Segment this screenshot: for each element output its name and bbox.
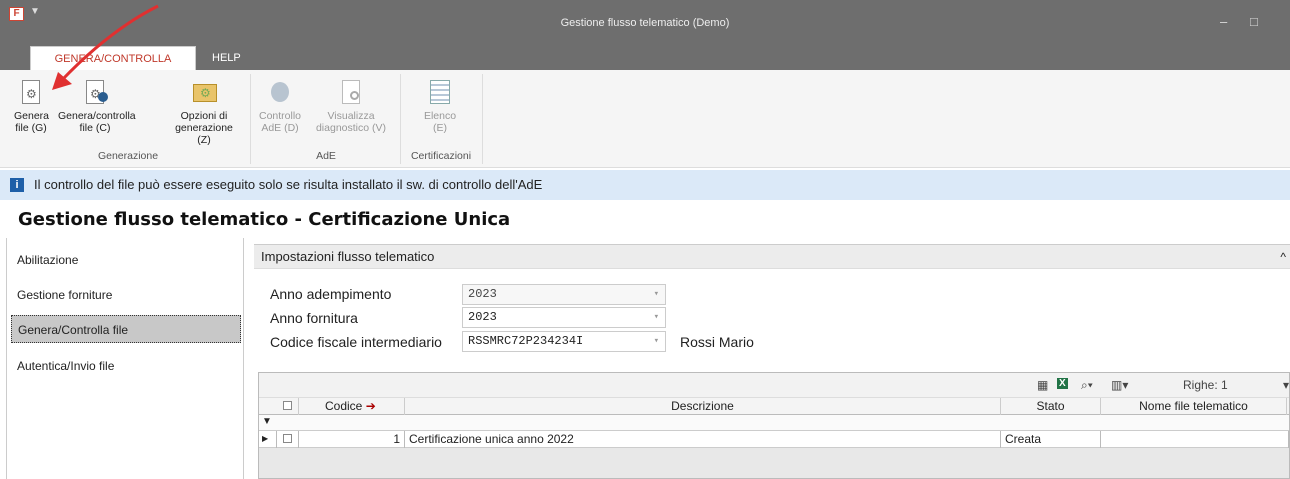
page-title: Gestione flusso telematico - Certificazi… (18, 209, 511, 230)
section-header[interactable]: Impostazioni flusso telematico ^ (254, 245, 1290, 269)
button-label: Controllo (258, 110, 302, 122)
filter-row[interactable]: ▼ (259, 415, 1289, 431)
chevron-down-icon[interactable]: ▾ (654, 332, 659, 351)
field-value: 2023 (468, 310, 497, 324)
column-label: Codice (325, 399, 363, 413)
button-label: Elenco (423, 110, 457, 122)
row-count: Righe: 1 (1183, 378, 1228, 392)
button-label: Genera (14, 110, 50, 122)
button-label: file (G) (15, 122, 47, 134)
table-row[interactable]: ▶ 1 Certificazione unica anno 2022 Creat… (259, 431, 1289, 448)
settings-panel: Impostazioni flusso telematico ^ Anno ad… (254, 244, 1290, 365)
minimize-button[interactable]: – (1220, 14, 1227, 29)
column-header-codice[interactable]: Codice ➔ (299, 398, 405, 416)
doc-search-icon (338, 78, 364, 106)
columns-icon[interactable]: ▥▾ (1111, 378, 1128, 392)
tab-help[interactable]: HELP (200, 46, 253, 70)
chevron-down-icon[interactable]: ▾ (1283, 378, 1289, 392)
anno-fornitura-select[interactable]: 2023 ▾ (462, 307, 666, 328)
button-label: diagnostico (V) (315, 122, 387, 134)
info-bar: i Il controllo del file può essere esegu… (0, 170, 1290, 200)
info-text: Il controllo del file può essere eseguit… (34, 177, 543, 192)
maximize-button[interactable]: □ (1250, 14, 1258, 29)
filter-icon: ▼ (262, 416, 272, 427)
nav-item-autentica-invio-file[interactable]: Autentica/Invio file (11, 352, 241, 380)
chevron-down-icon: ▾ (653, 289, 659, 299)
elenco-button[interactable]: Elenco (E) (412, 78, 468, 134)
column-header-nome-file[interactable]: Nome file telematico (1101, 398, 1287, 416)
search-icon[interactable]: ⌕▾ (1081, 378, 1093, 393)
collapse-caret-icon[interactable]: ^ (1280, 245, 1286, 269)
chevron-down-icon[interactable]: ▾ (654, 308, 659, 327)
button-label: Visualizza (327, 110, 375, 122)
section-title: Impostazioni flusso telematico (261, 249, 435, 264)
controllo-ade-button[interactable]: Controllo AdE (D) (256, 78, 304, 134)
codice-fiscale-select[interactable]: RSSMRC72P234234I ▾ (462, 331, 666, 352)
column-header-stato[interactable]: Stato (1001, 398, 1101, 416)
field-value: RSSMRC72P234234I (468, 334, 584, 348)
row-indicator-icon: ▶ (259, 431, 277, 448)
data-grid: ▦ X ⌕▾ ▥▾ Righe: 1 ▾ Codice ➔ Descrizion… (258, 372, 1290, 479)
row-checkbox[interactable] (277, 431, 299, 448)
excel-icon[interactable]: X (1057, 378, 1068, 389)
group-separator (400, 74, 401, 164)
left-nav-panel: Abilitazione Gestione forniture Genera/C… (6, 238, 244, 479)
group-separator (482, 74, 483, 164)
grid-header: Codice ➔ Descrizione Stato Nome file tel… (259, 397, 1289, 416)
cell-descrizione: Certificazione unica anno 2022 (405, 431, 1001, 448)
export-icon[interactable]: ▦ (1037, 378, 1048, 392)
nav-item-abilitazione[interactable]: Abilitazione (11, 246, 241, 274)
group-label-ade: AdE (316, 150, 336, 162)
button-label: Opzioni di (180, 110, 228, 122)
nav-item-genera-controlla-file[interactable]: Genera/Controlla file (11, 315, 241, 343)
intermediario-name: Rossi Mario (680, 334, 754, 350)
anno-adempimento-label: Anno adempimento (270, 286, 392, 302)
cell-codice: 1 (299, 431, 405, 448)
visualizza-diagnostico-button[interactable]: Visualizza diagnostico (V) (308, 78, 394, 134)
ade-control-icon (267, 78, 293, 106)
anno-fornitura-label: Anno fornitura (270, 310, 358, 326)
button-label: (E) (433, 122, 447, 134)
grid-toolbar: ▦ X ⌕▾ ▥▾ Righe: 1 ▾ (259, 373, 1289, 397)
cell-nome-file (1101, 431, 1289, 448)
column-header-descrizione[interactable]: Descrizione (405, 398, 1001, 416)
button-label: Genera/controlla (58, 110, 136, 122)
select-all-checkbox[interactable] (277, 398, 299, 416)
button-label: AdE (D) (261, 122, 299, 134)
button-label: file (C) (79, 122, 111, 134)
cell-stato: Creata (1001, 431, 1101, 448)
field-value: 2023 (468, 287, 497, 301)
info-icon: i (10, 178, 24, 192)
group-label-generazione: Generazione (97, 150, 159, 162)
list-icon (427, 78, 453, 106)
codice-fiscale-label: Codice fiscale intermediario (270, 334, 442, 350)
group-separator (250, 74, 251, 164)
nav-item-gestione-forniture[interactable]: Gestione forniture (11, 281, 241, 309)
anno-adempimento-field: 2023 ▾ (462, 284, 666, 305)
button-label: generazione (Z) (175, 122, 233, 146)
annotation-arrow (52, 4, 159, 90)
group-label-certificazioni: Certificazioni (410, 150, 472, 162)
sort-arrow-icon: ➔ (365, 399, 376, 413)
